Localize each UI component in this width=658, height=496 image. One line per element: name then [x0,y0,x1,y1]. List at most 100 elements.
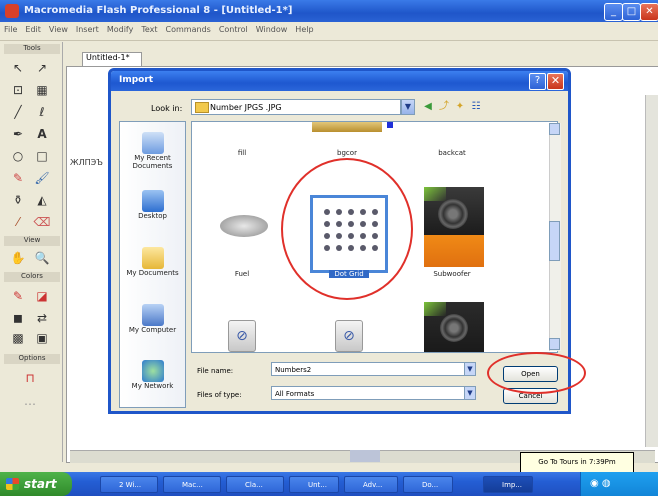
file-label[interactable]: Subwoofer [407,270,497,278]
chevron-down-icon[interactable]: ▼ [464,386,476,400]
menu-window[interactable]: Window [252,22,292,37]
eyedropper-tool-icon[interactable]: ⁄ [8,212,28,232]
views-menu-icon[interactable]: ☷ [469,100,483,114]
subwoofer-thumbnail-2[interactable] [424,302,484,352]
snap-magnet-icon[interactable]: ⊓ [20,368,40,388]
fill-color-icon[interactable]: ◪ [32,286,52,306]
rectangle-tool-icon[interactable]: □ [32,146,52,166]
speaker-image [438,199,468,229]
taskbar-item[interactable]: Cla... [226,476,284,493]
dialog-close-button[interactable]: ✕ [547,73,564,90]
pencil-tool-icon[interactable]: ✎ [8,168,28,188]
app-title: Macromedia Flash Professional 8 - [Untit… [24,5,293,16]
green-accent [424,302,446,316]
scroll-thumb[interactable] [549,221,560,261]
file-type-label: Files of type: [197,391,242,399]
my-computer-icon [141,304,164,326]
look-in-label: Look in: [151,104,183,113]
oval-tool-icon[interactable]: ○ [8,146,28,166]
menu-view[interactable]: View [45,22,72,37]
menu-insert[interactable]: Insert [72,22,103,37]
new-folder-icon[interactable]: ✦ [453,100,467,114]
file-thumbnail[interactable] [312,122,382,132]
look-in-dropdown[interactable]: Number JPGS .JPG [191,99,401,115]
place-label: My Network [131,382,174,390]
my-documents-icon [141,247,164,269]
ink-bottle-tool-icon[interactable]: ⚱ [8,190,28,210]
script-file-icon[interactable]: ⊘ [335,320,363,352]
tray-icons[interactable]: ◉ ◍ [590,478,611,489]
no-color-icon[interactable]: ▩ [8,328,28,348]
file-label[interactable]: fill [197,149,287,157]
brush-tool-icon[interactable]: 🖌 [32,168,52,188]
close-button[interactable]: ✕ [640,3,658,21]
line-tool-icon[interactable]: ╱ [8,102,28,122]
places-bar: My Recent Documents Desktop My Documents… [119,121,186,408]
place-label: My Computer [128,326,177,334]
help-button[interactable]: ? [529,73,546,90]
taskbar-item[interactable]: Mac... [163,476,221,493]
pen-tool-icon[interactable]: ✒ [8,124,28,144]
taskbar-item[interactable]: Unt... [289,476,339,493]
recent-documents-icon [141,132,164,154]
place-recent[interactable]: My Recent Documents [120,132,185,170]
view-heading: View [4,236,60,246]
windows-flag-icon [6,478,19,490]
subwoofer-thumbnail[interactable] [424,187,484,267]
default-colors-icon[interactable]: ▣ [32,328,52,348]
file-name-input[interactable]: Numbers2 [271,362,466,376]
gradient-tool-icon[interactable]: ▦ [32,80,52,100]
menu-control[interactable]: Control [215,22,252,37]
taskbar-item[interactable]: Do... [403,476,453,493]
text-tool-icon[interactable]: A [32,124,52,144]
file-label[interactable]: backcat [407,149,497,157]
chevron-down-icon[interactable]: ▼ [464,362,476,376]
back-icon[interactable]: ◀ [421,100,435,114]
place-my-network[interactable]: My Network [120,360,185,390]
free-transform-tool-icon[interactable]: ⊡ [8,80,28,100]
chevron-down-icon[interactable]: ▼ [401,99,415,115]
menu-commands[interactable]: Commands [162,22,215,37]
dialog-titlebar [111,71,568,91]
file-label[interactable]: bgcor [302,149,392,157]
place-desktop[interactable]: Desktop [120,190,185,220]
menu-modify[interactable]: Modify [103,22,138,37]
colors-heading: Colors [4,272,60,282]
folder-icon [195,102,209,113]
place-my-computer[interactable]: My Computer [120,304,185,334]
zoom-tool-icon[interactable]: 🔍 [32,248,52,268]
minimize-button[interactable]: _ [604,3,623,21]
script-file-icon[interactable]: ⊘ [228,320,256,352]
eraser-tool-icon[interactable]: ⌫ [32,212,52,232]
black-white-icon[interactable]: ◼ [8,308,28,328]
scroll-up-button[interactable] [549,123,560,135]
subselect-tool-icon[interactable]: ↗ [32,58,52,78]
place-my-documents[interactable]: My Documents [120,247,185,277]
taskbar-item-active[interactable]: Imp... [483,476,533,493]
speaker-image [440,314,468,342]
tab-untitled[interactable]: Untitled-1* [82,52,142,66]
swap-colors-icon[interactable]: ⇄ [32,308,52,328]
document-scroll-thumb[interactable] [350,450,380,462]
file-type-select[interactable]: All Formats [271,386,466,400]
up-folder-icon[interactable]: ⤴ [437,100,451,114]
paint-bucket-tool-icon[interactable]: ◭ [32,190,52,210]
stroke-color-icon[interactable]: ✎ [8,286,28,306]
menu-edit[interactable]: Edit [21,22,45,37]
menu-text[interactable]: Text [137,22,161,37]
taskbar-tooltip: Go To Tours in 7:39Pm [520,452,634,474]
smooth-icon[interactable]: ⋯ [20,394,40,414]
scroll-down-button[interactable] [549,338,560,350]
menu-file[interactable]: File [0,22,21,37]
document-vertical-scrollbar[interactable] [645,95,658,447]
lasso-tool-icon[interactable]: ℓ [32,102,52,122]
green-accent [424,187,446,201]
hand-tool-icon[interactable]: ✋ [8,248,28,268]
maximize-button[interactable]: □ [622,3,641,21]
menu-help[interactable]: Help [291,22,317,37]
taskbar-item[interactable]: 2 Wi... [100,476,158,493]
taskbar-item[interactable]: Adv... [344,476,398,493]
file-label[interactable]: Fuel [197,270,287,278]
arrow-tool-icon[interactable]: ↖ [8,58,28,78]
fuel-thumbnail[interactable] [220,215,268,237]
